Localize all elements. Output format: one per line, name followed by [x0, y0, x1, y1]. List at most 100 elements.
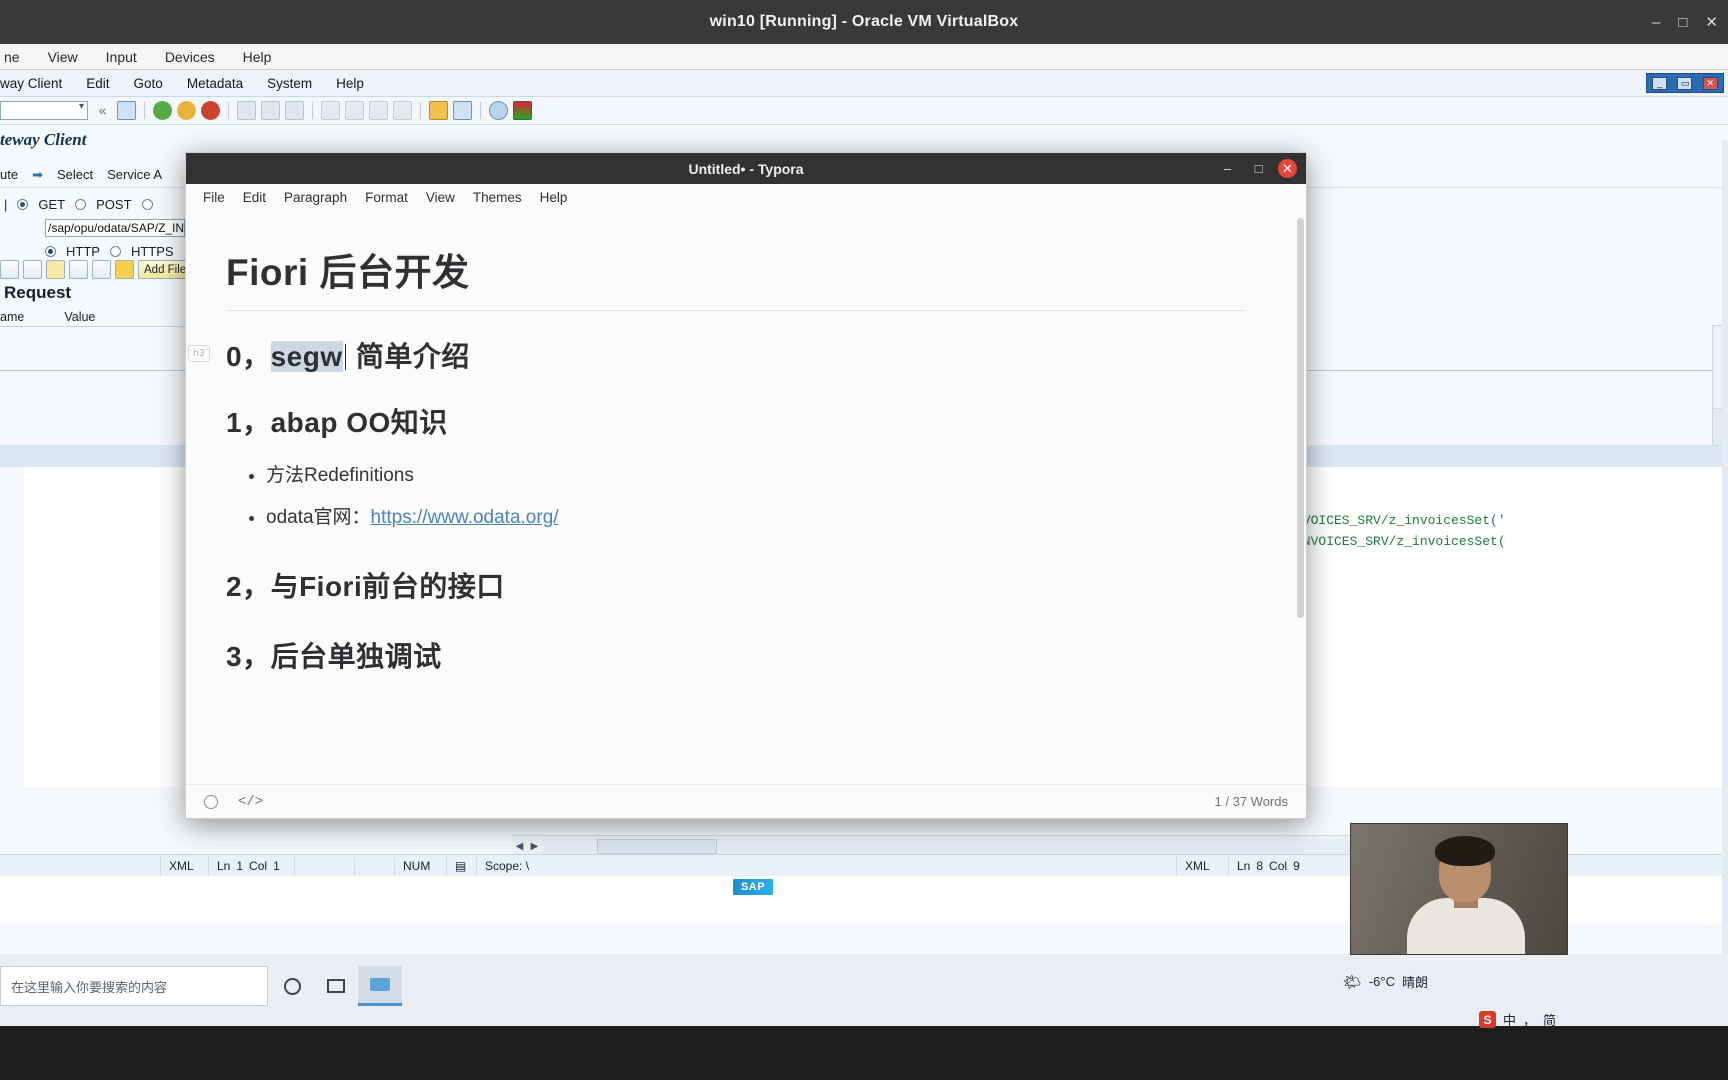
typora-taskbar-button[interactable] — [358, 966, 402, 1006]
document-heading-3-debug[interactable]: 3，后台单独调试 — [226, 635, 1246, 675]
select-button[interactable]: Select — [57, 167, 93, 182]
http-radio[interactable] — [45, 246, 56, 257]
scroll-left-icon[interactable]: ◀ — [512, 839, 527, 855]
typora-window-controls[interactable]: – □ ✕ — [1212, 153, 1306, 184]
create-session-icon[interactable] — [429, 101, 448, 120]
sap-menu-metadata[interactable]: Metadata — [187, 76, 243, 91]
sap-command-field[interactable] — [0, 101, 88, 120]
document-bullet-list[interactable]: 方法Redefinitions odata官网：https://www.odat… — [226, 455, 1246, 539]
typora-maximize-button[interactable]: □ — [1243, 153, 1274, 184]
focus-mode-icon[interactable] — [204, 794, 218, 809]
typora-menu-file[interactable]: File — [194, 187, 234, 208]
h3-marker-badge: h3 — [188, 345, 210, 362]
sap-menu-help[interactable]: Help — [336, 76, 364, 91]
copy-icon[interactable] — [69, 260, 88, 279]
typora-editor-body[interactable]: Fiori 后台开发 h3 0，segw 简单介绍 1，abap OO知识 方法R… — [186, 212, 1306, 784]
https-label: HTTPS — [130, 244, 174, 259]
vbox-menu-help[interactable]: Help — [239, 47, 276, 67]
sogou-icon[interactable]: S — [1478, 1011, 1496, 1028]
back-icon[interactable] — [153, 101, 172, 120]
scroll-thumb[interactable] — [597, 839, 717, 854]
first-page-icon[interactable] — [321, 101, 340, 120]
ime-extra[interactable]: 简 — [1543, 1010, 1556, 1029]
maximize-icon[interactable]: □ — [1678, 15, 1687, 30]
sap-menu-goto[interactable]: Goto — [134, 76, 163, 91]
previous-page-icon[interactable] — [345, 101, 364, 120]
guest-window-controls[interactable]: _ ▭ ✕ — [1646, 73, 1724, 93]
typora-menu-view[interactable]: View — [417, 187, 464, 208]
virtualbox-window-controls[interactable]: – □ ✕ — [1652, 0, 1718, 44]
lock-icon[interactable] — [115, 260, 134, 279]
typora-menu-themes[interactable]: Themes — [464, 187, 531, 208]
search-input[interactable]: 在这里输入你要搜索的内容 — [0, 966, 268, 1006]
weather-widget[interactable]: 🌤 -6°C 晴朗 — [1343, 972, 1428, 991]
next-page-icon[interactable] — [369, 101, 388, 120]
document-heading-3-fiori-interface[interactable]: 2，与Fiori前台的接口 — [226, 565, 1246, 605]
typora-menu-paragraph[interactable]: Paragraph — [275, 187, 356, 208]
sap-menu-gateway-client[interactable]: way Client — [0, 76, 62, 91]
other-method-radio[interactable] — [141, 199, 153, 210]
cortana-button[interactable] — [270, 966, 314, 1006]
typora-close-button[interactable]: ✕ — [1278, 159, 1297, 178]
exit-icon[interactable] — [177, 101, 196, 120]
status-spacer — [0, 857, 160, 875]
shortcut-icon[interactable] — [453, 101, 472, 120]
ln-value-left: 1 — [236, 858, 244, 873]
sap-menu-system[interactable]: System — [267, 76, 312, 91]
odata-website-link[interactable]: https://www.odata.org/ — [371, 507, 559, 528]
typora-titlebar: Untitled• - Typora – □ ✕ — [186, 153, 1306, 184]
typora-menu-help[interactable]: Help — [531, 187, 577, 208]
list-item[interactable]: 方法Redefinitions — [266, 455, 1246, 497]
https-radio[interactable] — [109, 246, 121, 257]
help-icon[interactable] — [489, 101, 508, 120]
guest-close-icon[interactable]: ✕ — [1702, 76, 1718, 90]
collapse-icon[interactable]: « — [93, 101, 112, 120]
vbox-menu-input[interactable]: Input — [102, 47, 141, 67]
last-page-icon[interactable] — [393, 101, 412, 120]
typora-menu-edit[interactable]: Edit — [234, 187, 275, 208]
task-view-button[interactable] — [314, 966, 358, 1006]
delete-header-icon[interactable] — [23, 260, 42, 279]
vbox-menu-devices[interactable]: Devices — [161, 47, 219, 67]
typora-minimize-button[interactable]: – — [1212, 153, 1243, 184]
find-icon[interactable] — [261, 101, 280, 120]
close-icon[interactable]: ✕ — [1705, 15, 1718, 30]
clipboard-icon[interactable]: ▤ — [446, 856, 476, 875]
ime-indicator[interactable]: S 中 ， 简 — [1478, 1010, 1556, 1029]
document-heading-1[interactable]: Fiori 后台开发 — [226, 242, 1246, 311]
service-attributes-button[interactable]: Service A — [107, 167, 162, 182]
vbox-menu-view[interactable]: View — [44, 47, 82, 67]
ime-lang[interactable]: 中 — [1503, 1010, 1516, 1029]
typora-menu-format[interactable]: Format — [356, 187, 417, 208]
request-uri-input[interactable]: /sap/opu/odata/SAP/Z_INV — [45, 218, 185, 237]
customize-layout-icon[interactable] — [513, 101, 532, 120]
post-radio[interactable] — [75, 199, 87, 210]
find-next-icon[interactable] — [285, 101, 304, 120]
sap-menu-edit[interactable]: Edit — [86, 76, 109, 91]
guest-maximize-icon[interactable]: ▭ — [1677, 76, 1693, 90]
scroll-right-icon[interactable]: ▶ — [527, 839, 542, 855]
document-heading-3-segw[interactable]: h3 0，segw 简单介绍 — [188, 335, 1246, 375]
h3-selected-text[interactable]: segw — [270, 341, 343, 372]
typora-document[interactable]: Fiori 后台开发 h3 0，segw 简单介绍 1，abap OO知识 方法R… — [186, 212, 1306, 784]
vbox-menu-machine[interactable]: ne — [0, 47, 24, 67]
document-heading-3-abap[interactable]: 1，abap OO知识 — [226, 401, 1246, 441]
execute-label[interactable]: ute — [0, 167, 18, 182]
bullet-text-1: 方法Redefinitions — [266, 465, 414, 486]
save-icon[interactable] — [117, 101, 136, 120]
typora-scrollbar-thumb[interactable] — [1297, 218, 1304, 618]
print-icon[interactable] — [237, 101, 256, 120]
guest-minimize-icon[interactable]: _ — [1652, 76, 1668, 90]
word-count[interactable]: 1 / 37 Words — [1215, 794, 1288, 809]
add-header-icon[interactable] — [0, 260, 19, 279]
cancel-icon[interactable] — [201, 101, 220, 120]
minimize-icon[interactable]: – — [1652, 15, 1660, 30]
list-item[interactable]: odata官网：https://www.odata.org/ — [266, 497, 1246, 539]
paste-icon[interactable] — [92, 260, 111, 279]
get-radio[interactable] — [17, 199, 29, 210]
response-body-text: NVOICES_SRV/z_invoicesSet(' INVOICES_SRV/… — [1295, 510, 1506, 552]
source-code-mode-icon[interactable]: </> — [238, 794, 263, 810]
ime-mode[interactable]: ， — [1523, 1010, 1536, 1029]
status-position-right: Ln 8 Col 9 — [1228, 856, 1308, 875]
edit-icon[interactable] — [46, 260, 65, 279]
